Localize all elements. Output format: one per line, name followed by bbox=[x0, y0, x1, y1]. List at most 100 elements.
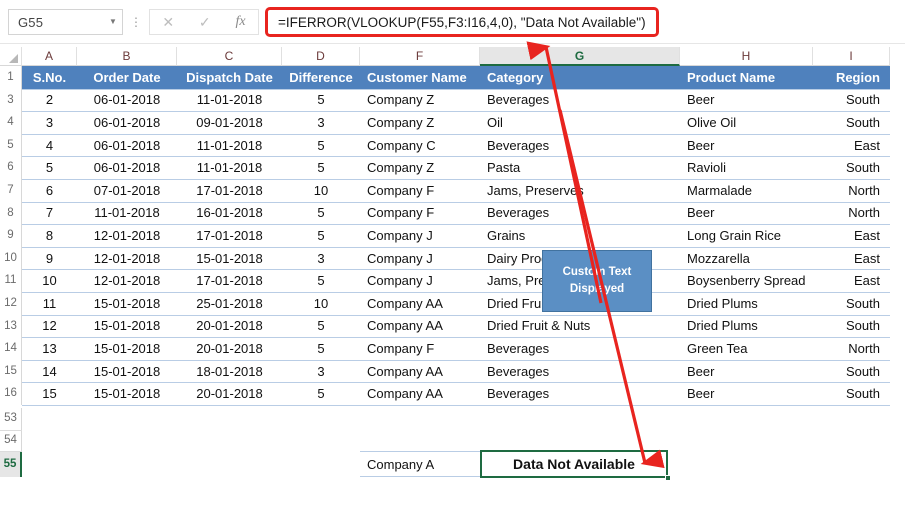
cell-F3[interactable]: Company Z bbox=[360, 89, 480, 112]
cell-F14[interactable]: Company F bbox=[360, 337, 480, 360]
cell-D16[interactable]: 5 bbox=[282, 382, 360, 405]
cell-A6[interactable]: 5 bbox=[22, 156, 77, 179]
cell-H7[interactable]: Marmalade bbox=[680, 179, 813, 202]
cell-G55-selected[interactable]: Data Not Available bbox=[480, 450, 668, 478]
cell-C13[interactable]: 20-01-2018 bbox=[177, 315, 282, 338]
cell-D8[interactable]: 5 bbox=[282, 202, 360, 225]
cell-D10[interactable]: 3 bbox=[282, 247, 360, 270]
cell-G4[interactable]: Oil bbox=[480, 111, 680, 134]
row-header-5[interactable]: 5 bbox=[0, 133, 22, 157]
row-header-15[interactable]: 15 bbox=[0, 359, 22, 383]
cell-G8[interactable]: Beverages bbox=[480, 202, 680, 225]
cell-I3[interactable]: South bbox=[813, 89, 890, 112]
cell-H6[interactable]: Ravioli bbox=[680, 156, 813, 179]
cell-D5[interactable]: 5 bbox=[282, 134, 360, 157]
cell-F16[interactable]: Company AA bbox=[360, 382, 480, 405]
cell-A3[interactable]: 2 bbox=[22, 89, 77, 112]
cell-I10[interactable]: East bbox=[813, 247, 890, 270]
cell-A16[interactable]: 15 bbox=[22, 382, 77, 405]
cell-C10[interactable]: 15-01-2018 bbox=[177, 247, 282, 270]
cell-B14[interactable]: 15-01-2018 bbox=[77, 337, 177, 360]
confirm-icon[interactable]: ✓ bbox=[199, 15, 211, 29]
cell-D14[interactable]: 5 bbox=[282, 337, 360, 360]
row-header-9[interactable]: 9 bbox=[0, 224, 22, 247]
cell-C12[interactable]: 25-01-2018 bbox=[177, 292, 282, 315]
cell-C3[interactable]: 11-01-2018 bbox=[177, 89, 282, 112]
cell-D12[interactable]: 10 bbox=[282, 292, 360, 315]
cell-I7[interactable]: North bbox=[813, 179, 890, 202]
row-header-6[interactable]: 6 bbox=[0, 156, 22, 179]
cell-B4[interactable]: 06-01-2018 bbox=[77, 111, 177, 134]
row-header-8[interactable]: 8 bbox=[0, 201, 22, 225]
cell-G16[interactable]: Beverages bbox=[480, 382, 680, 405]
cell-A12[interactable]: 11 bbox=[22, 292, 77, 315]
cell-H15[interactable]: Beer bbox=[680, 360, 813, 383]
cell-F6[interactable]: Company Z bbox=[360, 156, 480, 179]
cell-C6[interactable]: 11-01-2018 bbox=[177, 156, 282, 179]
cell-G14[interactable]: Beverages bbox=[480, 337, 680, 360]
cell-H16[interactable]: Beer bbox=[680, 382, 813, 405]
cell-B12[interactable]: 15-01-2018 bbox=[77, 292, 177, 315]
cell-C7[interactable]: 17-01-2018 bbox=[177, 179, 282, 202]
cell-H8[interactable]: Beer bbox=[680, 202, 813, 225]
cell-I12[interactable]: South bbox=[813, 292, 890, 315]
cell-B6[interactable]: 06-01-2018 bbox=[77, 156, 177, 179]
cell-A5[interactable]: 4 bbox=[22, 134, 77, 157]
cell-D11[interactable]: 5 bbox=[282, 269, 360, 292]
row-header-4[interactable]: 4 bbox=[0, 111, 22, 134]
cell-I13[interactable]: South bbox=[813, 315, 890, 338]
cell-A13[interactable]: 12 bbox=[22, 315, 77, 338]
fill-handle[interactable] bbox=[665, 475, 671, 481]
cell-I5[interactable]: East bbox=[813, 134, 890, 157]
cell-D15[interactable]: 3 bbox=[282, 360, 360, 383]
cell-B15[interactable]: 15-01-2018 bbox=[77, 360, 177, 383]
cell-A11[interactable]: 10 bbox=[22, 269, 77, 292]
row-header-55[interactable]: 55 bbox=[0, 451, 22, 477]
cell-I14[interactable]: North bbox=[813, 337, 890, 360]
cell-F12[interactable]: Company AA bbox=[360, 292, 480, 315]
row-header-53[interactable]: 53 bbox=[0, 408, 22, 430]
cell-D9[interactable]: 5 bbox=[282, 224, 360, 247]
cell-A10[interactable]: 9 bbox=[22, 247, 77, 270]
cell-G9[interactable]: Grains bbox=[480, 224, 680, 247]
cell-A8[interactable]: 7 bbox=[22, 202, 77, 225]
cell-C5[interactable]: 11-01-2018 bbox=[177, 134, 282, 157]
cell-H14[interactable]: Green Tea bbox=[680, 337, 813, 360]
cell-F8[interactable]: Company F bbox=[360, 202, 480, 225]
column-header-C[interactable]: C bbox=[177, 47, 282, 66]
row-header-14[interactable]: 14 bbox=[0, 337, 22, 360]
cell-D3[interactable]: 5 bbox=[282, 89, 360, 112]
cell-B5[interactable]: 06-01-2018 bbox=[77, 134, 177, 157]
cell-B7[interactable]: 07-01-2018 bbox=[77, 179, 177, 202]
cancel-icon[interactable]: ✕ bbox=[162, 15, 174, 29]
cell-F5[interactable]: Company C bbox=[360, 134, 480, 157]
row-header-54[interactable]: 54 bbox=[0, 429, 22, 451]
column-header-B[interactable]: B bbox=[77, 47, 177, 66]
cell-B8[interactable]: 11-01-2018 bbox=[77, 202, 177, 225]
cell-F13[interactable]: Company AA bbox=[360, 315, 480, 338]
insert-function-icon[interactable]: fx bbox=[235, 14, 245, 30]
more-options-icon[interactable]: ⋮ bbox=[123, 15, 149, 29]
cell-H12[interactable]: Dried Plums bbox=[680, 292, 813, 315]
cell-I16[interactable]: South bbox=[813, 382, 890, 405]
row-header-10[interactable]: 10 bbox=[0, 246, 22, 270]
cell-G3[interactable]: Beverages bbox=[480, 89, 680, 112]
row-header-12[interactable]: 12 bbox=[0, 292, 22, 315]
cell-I4[interactable]: South bbox=[813, 111, 890, 134]
cell-A9[interactable]: 8 bbox=[22, 224, 77, 247]
cell-B11[interactable]: 12-01-2018 bbox=[77, 269, 177, 292]
cell-I6[interactable]: South bbox=[813, 156, 890, 179]
spreadsheet-grid[interactable]: ABCDFGHI 1 3 4 5 6 7 8 9 10 11 12 13 14 15 16 53 54 55 S.… bbox=[0, 47, 905, 511]
cell-C4[interactable]: 09-01-2018 bbox=[177, 111, 282, 134]
cell-D13[interactable]: 5 bbox=[282, 315, 360, 338]
row-header-11[interactable]: 11 bbox=[0, 269, 22, 292]
cell-F55[interactable]: Company A bbox=[360, 451, 480, 477]
column-header-G[interactable]: G bbox=[480, 47, 680, 66]
cell-G15[interactable]: Beverages bbox=[480, 360, 680, 383]
cell-G5[interactable]: Beverages bbox=[480, 134, 680, 157]
row-header-7[interactable]: 7 bbox=[0, 179, 22, 202]
cell-H3[interactable]: Beer bbox=[680, 89, 813, 112]
cell-I8[interactable]: North bbox=[813, 202, 890, 225]
row-header-13[interactable]: 13 bbox=[0, 314, 22, 338]
name-box[interactable]: G55 ▼ bbox=[8, 9, 123, 35]
